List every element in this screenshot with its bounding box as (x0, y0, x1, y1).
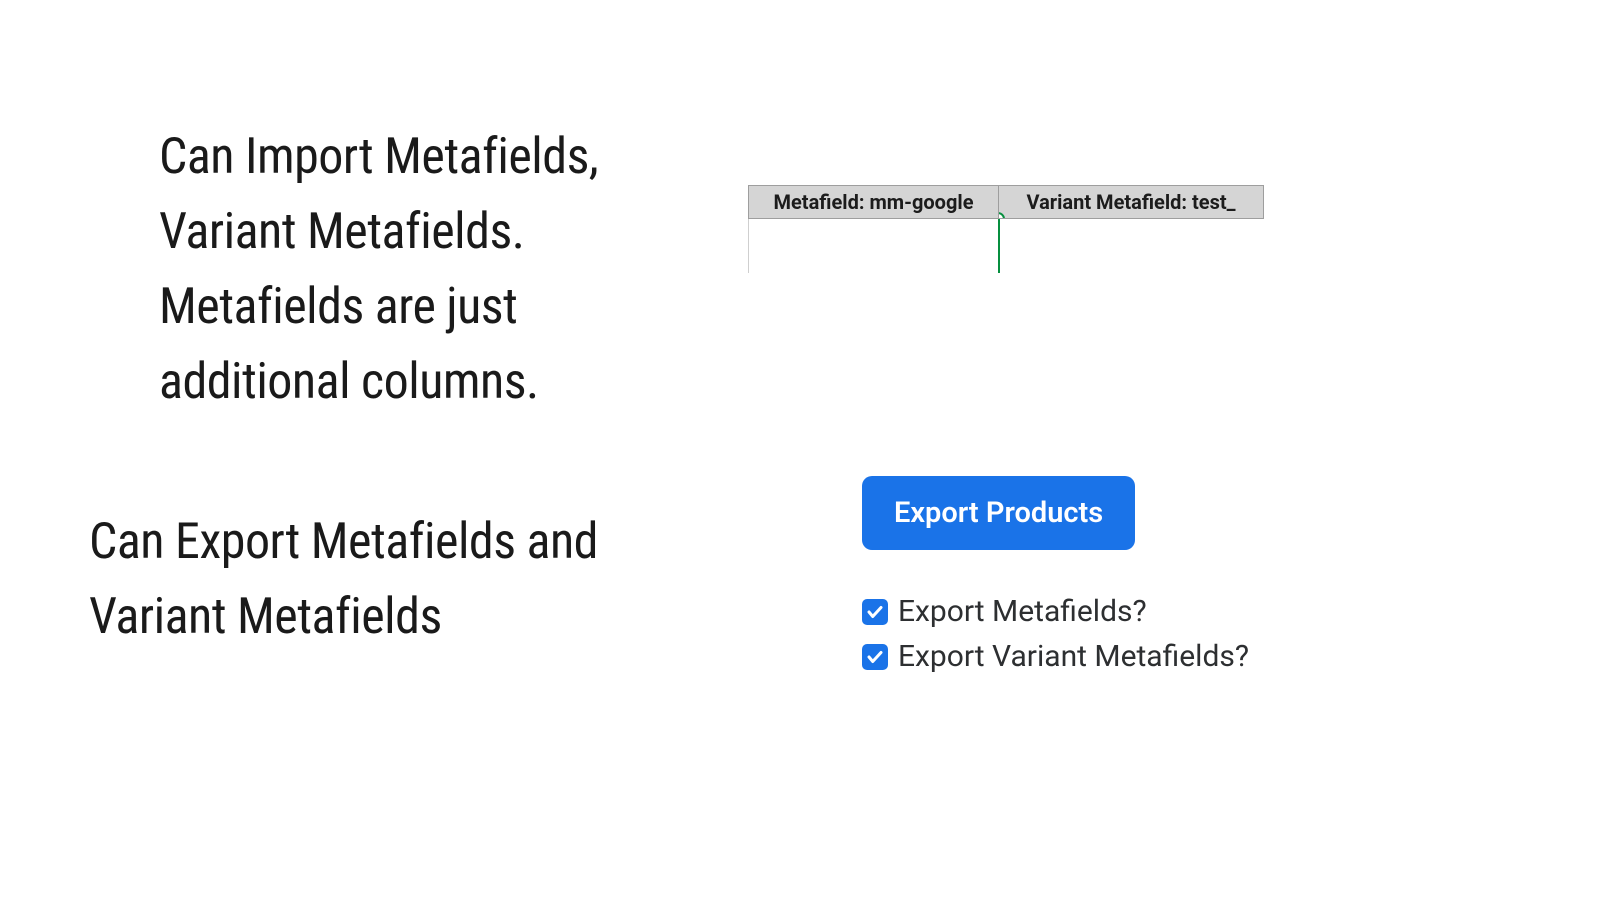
checkbox-group: Export Metafields? Export Variant Metafi… (862, 594, 1249, 674)
spreadsheet-header-row: Metafield: mm-google Variant Metafield: … (748, 185, 1264, 219)
spreadsheet-cell[interactable] (748, 219, 998, 273)
import-heading: Can Import Metafields,Variant Metafields… (159, 120, 598, 420)
spreadsheet-header-variant-metafield[interactable]: Variant Metafield: test_ (998, 185, 1264, 219)
cell-selection-handle[interactable] (998, 212, 1005, 219)
checkbox-icon (862, 599, 888, 625)
export-panel: Export Products Export Metafields? Expor… (862, 476, 1249, 684)
checkbox-label: Export Metafields? (898, 594, 1147, 629)
spreadsheet-header-metafield[interactable]: Metafield: mm-google (748, 185, 998, 219)
export-heading: Can Export Metafields andVariant Metafie… (89, 505, 598, 655)
export-products-button[interactable]: Export Products (862, 476, 1135, 550)
checkbox-row-variant-metafields[interactable]: Export Variant Metafields? (862, 639, 1249, 674)
checkbox-icon (862, 644, 888, 670)
spreadsheet-cell[interactable] (998, 219, 1264, 273)
spreadsheet-header-label: Variant Metafield: test_ (1026, 190, 1235, 214)
checkbox-row-metafields[interactable]: Export Metafields? (862, 594, 1249, 629)
spreadsheet-snippet: Metafield: mm-google Variant Metafield: … (748, 185, 1264, 273)
checkbox-label: Export Variant Metafields? (898, 639, 1249, 674)
spreadsheet-body-row (748, 219, 1264, 273)
